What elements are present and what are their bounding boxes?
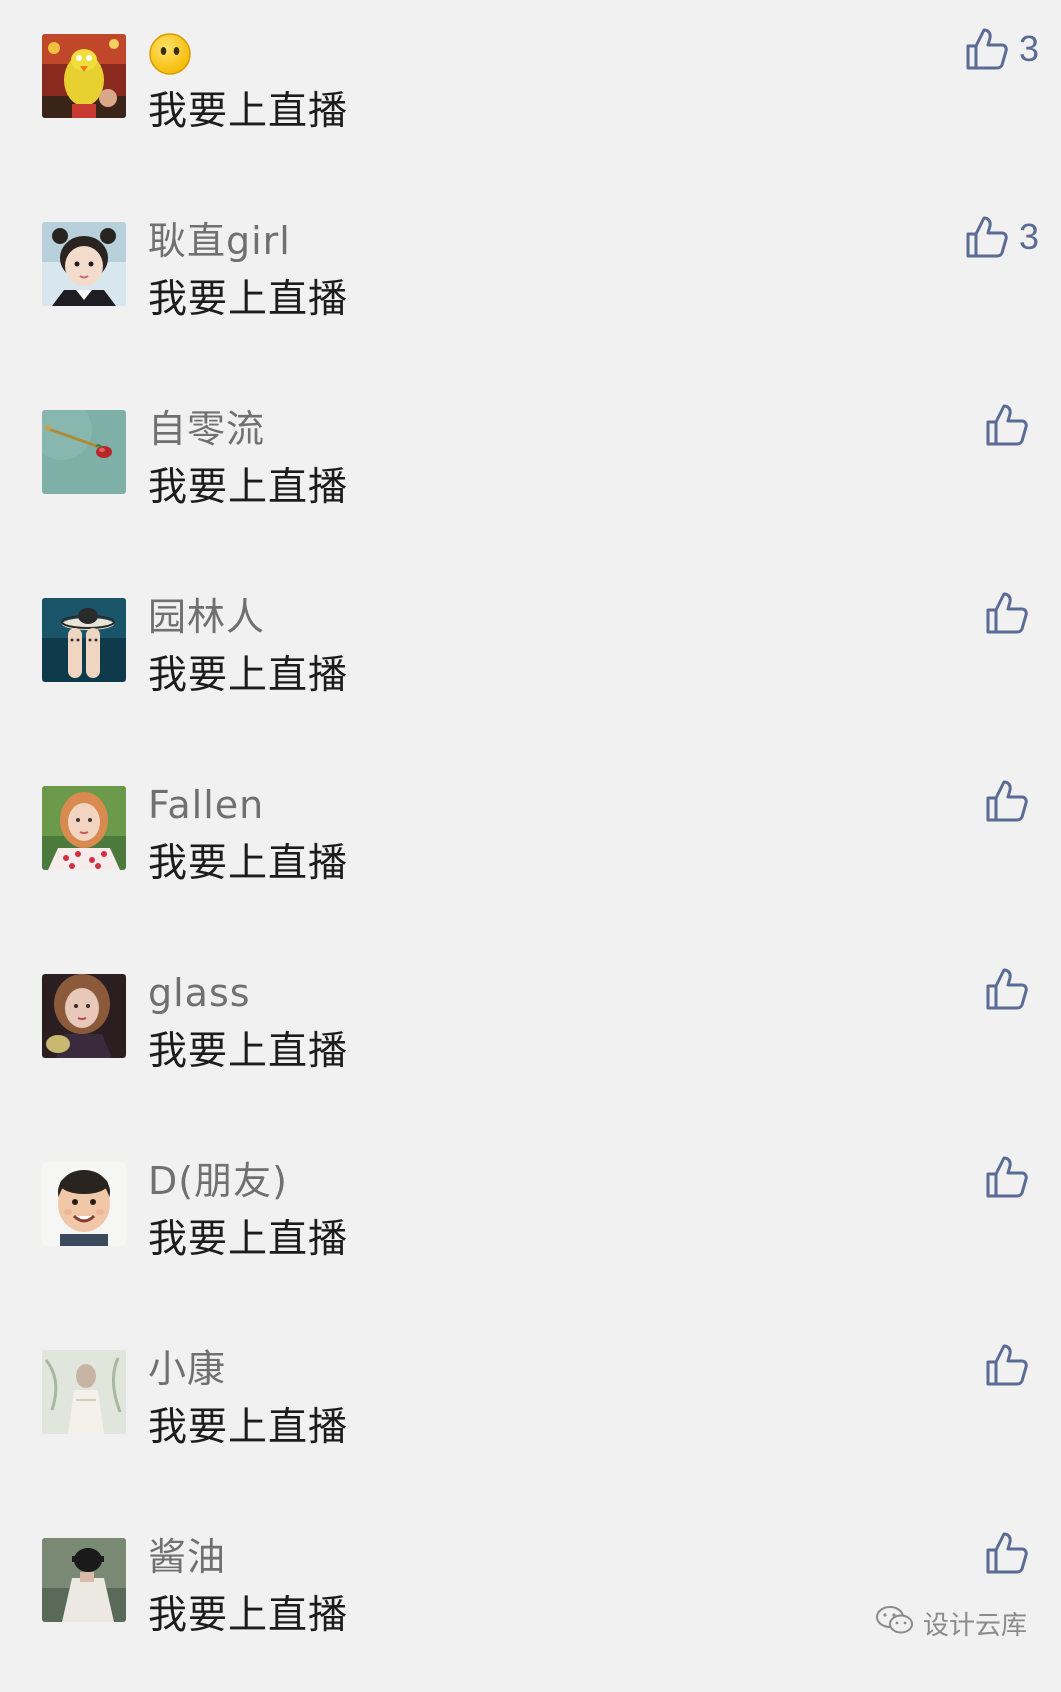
like-button[interactable] bbox=[985, 402, 1039, 448]
comment-content: 我要上直播 bbox=[148, 653, 349, 698]
username[interactable]: 酱油 bbox=[148, 1534, 226, 1580]
avatar[interactable] bbox=[42, 598, 126, 682]
comment-item: glass 我要上直播 bbox=[0, 940, 1061, 1128]
username[interactable]: Fallen bbox=[148, 782, 264, 828]
watermark-text: 设计云库 bbox=[922, 1611, 1027, 1641]
like-button[interactable] bbox=[985, 1530, 1039, 1576]
comment-item: 园林人 我要上直播 bbox=[0, 564, 1061, 752]
comment-item: 耿直girl 我要上直播 3 bbox=[0, 188, 1061, 376]
username[interactable]: 耿直girl bbox=[148, 218, 291, 264]
username[interactable]: glass bbox=[148, 970, 251, 1016]
comment-content: 我要上直播 bbox=[148, 1405, 349, 1450]
thumbs-up-icon bbox=[965, 26, 1009, 72]
comment-item: 自零流 我要上直播 bbox=[0, 376, 1061, 564]
like-button[interactable]: 3 bbox=[965, 214, 1039, 260]
watermark: 设计云库 bbox=[875, 1605, 1027, 1642]
thumbs-up-icon bbox=[965, 214, 1009, 260]
like-button[interactable] bbox=[985, 590, 1039, 636]
comment-item: D(朋友) 我要上直播 bbox=[0, 1128, 1061, 1316]
comment-item: 小康 我要上直播 bbox=[0, 1316, 1061, 1504]
username[interactable]: D(朋友) bbox=[148, 1158, 288, 1204]
neutral-face-emoji bbox=[148, 32, 192, 76]
like-count: 3 bbox=[1018, 216, 1039, 257]
username[interactable]: 小康 bbox=[148, 1346, 226, 1392]
thumbs-up-icon bbox=[985, 966, 1029, 1012]
thumbs-up-icon bbox=[985, 1530, 1029, 1576]
avatar[interactable] bbox=[42, 974, 126, 1058]
like-button[interactable] bbox=[985, 1342, 1039, 1388]
avatar[interactable] bbox=[42, 1538, 126, 1622]
username[interactable]: 自零流 bbox=[148, 406, 265, 452]
like-button[interactable] bbox=[985, 966, 1039, 1012]
avatar[interactable] bbox=[42, 222, 126, 306]
wechat-icon bbox=[875, 1605, 923, 1642]
avatar[interactable] bbox=[42, 410, 126, 494]
like-button[interactable]: 3 bbox=[965, 26, 1039, 72]
comment-list: 我要上直播 3 耿直girl 我要上直播 3 自零流 我要上直播 园林人 我要上… bbox=[0, 0, 1061, 1692]
comment-content: 我要上直播 bbox=[148, 89, 349, 134]
thumbs-up-icon bbox=[985, 1342, 1029, 1388]
comment-content: 我要上直播 bbox=[148, 465, 349, 510]
thumbs-up-icon bbox=[985, 1154, 1029, 1200]
comment-content: 我要上直播 bbox=[148, 1217, 349, 1262]
comment-content: 我要上直播 bbox=[148, 841, 349, 886]
like-button[interactable] bbox=[985, 1154, 1039, 1200]
comment-content: 我要上直播 bbox=[148, 1593, 349, 1638]
comment-content: 我要上直播 bbox=[148, 277, 349, 322]
comment-item: Fallen 我要上直播 bbox=[0, 752, 1061, 940]
avatar[interactable] bbox=[42, 34, 126, 118]
avatar[interactable] bbox=[42, 1162, 126, 1246]
avatar[interactable] bbox=[42, 786, 126, 870]
thumbs-up-icon bbox=[985, 402, 1029, 448]
like-button[interactable] bbox=[985, 778, 1039, 824]
thumbs-up-icon bbox=[985, 590, 1029, 636]
comment-content: 我要上直播 bbox=[148, 1029, 349, 1074]
avatar[interactable] bbox=[42, 1350, 126, 1434]
comment-item: 我要上直播 3 bbox=[0, 0, 1061, 188]
thumbs-up-icon bbox=[985, 778, 1029, 824]
like-count: 3 bbox=[1018, 28, 1039, 69]
username[interactable]: 园林人 bbox=[148, 594, 265, 640]
